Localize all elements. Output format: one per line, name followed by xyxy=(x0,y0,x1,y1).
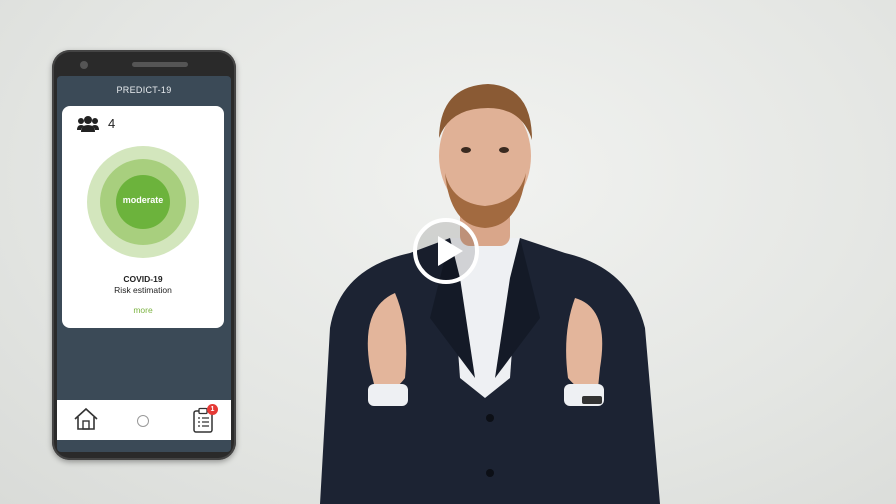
card-title: COVID-19 xyxy=(123,274,163,284)
more-link[interactable]: more xyxy=(62,305,224,315)
bottom-nav: 1 xyxy=(57,400,231,440)
group-count: 4 xyxy=(108,116,116,131)
circle-icon[interactable] xyxy=(137,415,149,427)
notification-badge: 1 xyxy=(207,404,218,415)
app-screen: PREDICT-19 4 moderate COVID-19 Risk esti… xyxy=(57,76,231,452)
home-icon[interactable] xyxy=(73,407,99,431)
risk-card[interactable]: 4 moderate COVID-19 Risk estimation more xyxy=(62,106,224,328)
video-frame[interactable]: PREDICT-19 4 moderate COVID-19 Risk esti… xyxy=(0,0,896,504)
risk-level-label: moderate xyxy=(122,195,164,205)
phone-mockup: PREDICT-19 4 moderate COVID-19 Risk esti… xyxy=(52,50,236,460)
phone-camera xyxy=(80,61,88,69)
presenter xyxy=(320,84,660,504)
app-title: PREDICT-19 xyxy=(116,85,172,95)
card-subtitle: Risk estimation xyxy=(114,285,172,295)
people-group-icon xyxy=(77,116,99,132)
play-button[interactable] xyxy=(412,217,480,285)
phone-speaker xyxy=(132,62,188,67)
